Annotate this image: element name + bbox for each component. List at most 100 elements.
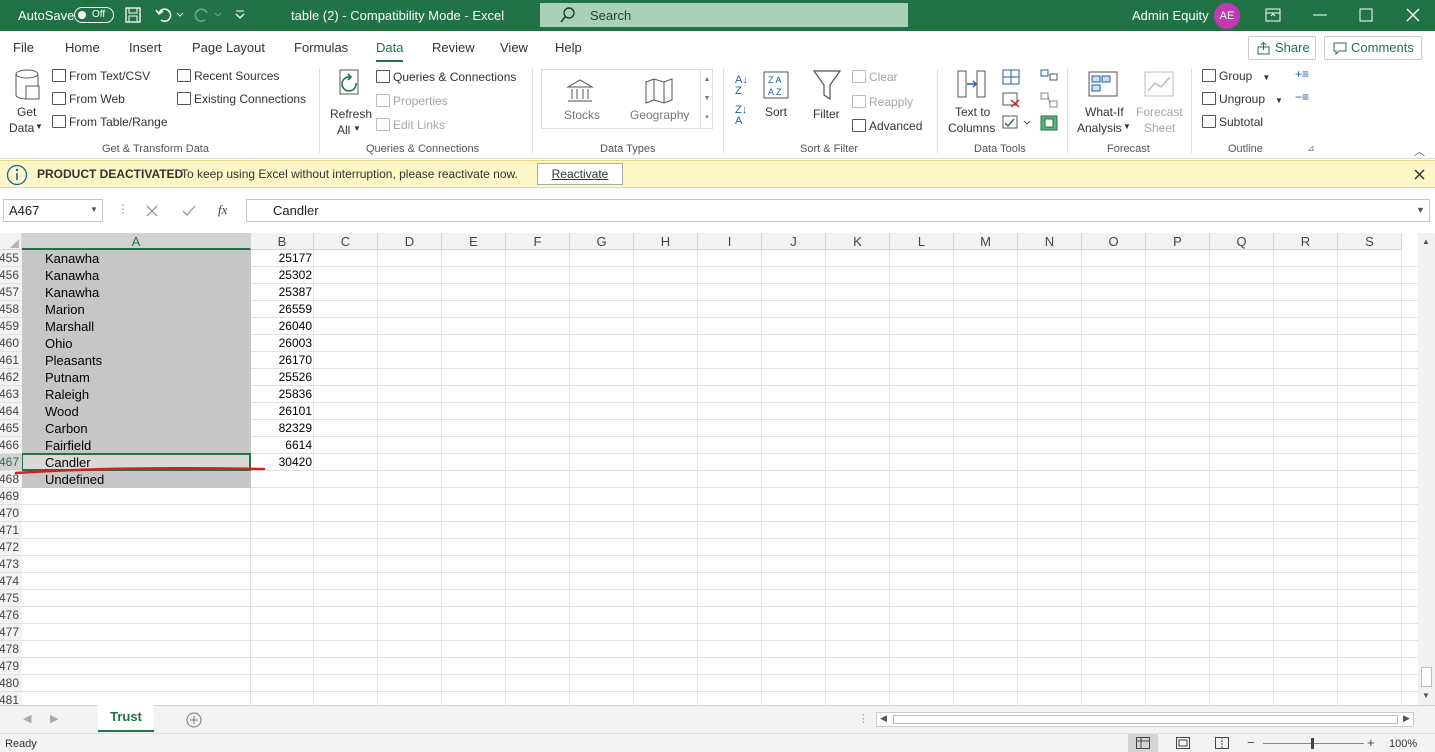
cell-b[interactable]: 26101 (252, 403, 312, 420)
column-header-c[interactable]: C (314, 233, 378, 250)
column-header-j[interactable]: J (762, 233, 826, 250)
cell-a[interactable]: Kanawha (45, 284, 99, 301)
existing-connections-button[interactable]: Existing Connections (177, 92, 306, 106)
select-all-corner[interactable] (0, 233, 22, 250)
show-detail-icon[interactable]: +≡ (1295, 67, 1309, 81)
row-header[interactable]: 474 (0, 573, 22, 590)
row-header[interactable]: 476 (0, 607, 22, 624)
geography-button[interactable]: Geography (622, 74, 696, 126)
row-header[interactable]: 480 (0, 675, 22, 692)
row-header[interactable]: 460 (0, 335, 22, 352)
avatar[interactable]: AE (1214, 3, 1240, 29)
add-sheet-icon[interactable] (186, 712, 202, 728)
row-header[interactable]: 479 (0, 658, 22, 675)
tab-home[interactable]: Home (65, 40, 100, 55)
advanced-filter-button[interactable]: Advanced (852, 119, 922, 133)
tab-file[interactable]: File (13, 40, 34, 55)
filter-button[interactable]: Filter (810, 67, 844, 127)
data-model-icon[interactable] (1040, 115, 1058, 131)
consolidate-icon[interactable] (1040, 69, 1058, 85)
scroll-left-icon[interactable]: ◀ (880, 713, 887, 724)
close-icon[interactable] (1414, 169, 1425, 180)
tab-formulas[interactable]: Formulas (294, 40, 348, 55)
sort-button[interactable]: Z A A Z Sort (760, 67, 794, 127)
dialog-launcher-icon[interactable]: ⊿ (1307, 143, 1315, 154)
cell-b[interactable]: 82329 (252, 420, 312, 437)
from-text-csv-button[interactable]: From Text/CSV (52, 69, 150, 83)
zoom-in-icon[interactable]: + (1367, 735, 1375, 750)
row-header[interactable]: 470 (0, 505, 22, 522)
row-header[interactable]: 469 (0, 488, 22, 505)
row-header[interactable]: 472 (0, 539, 22, 556)
row-header[interactable]: 473 (0, 556, 22, 573)
cell-a[interactable]: Kanawha (45, 250, 99, 267)
relationships-icon[interactable] (1040, 92, 1058, 108)
autosave-toggle[interactable]: Off (74, 7, 114, 23)
cell-a[interactable]: Fairfield (45, 437, 91, 454)
cell-a[interactable]: Wood (45, 403, 79, 420)
column-header-l[interactable]: L (890, 233, 954, 250)
page-break-view-icon[interactable] (1215, 737, 1229, 749)
save-icon[interactable] (125, 7, 141, 23)
text-to-columns-button[interactable]: Text to Columns (945, 67, 1001, 137)
cell-b[interactable]: 25836 (252, 386, 312, 403)
tab-data[interactable]: Data (376, 40, 404, 62)
column-header-m[interactable]: M (954, 233, 1018, 250)
gallery-scroll[interactable]: ▲ ▼ ▾ (700, 70, 713, 128)
hide-detail-icon[interactable]: −≡ (1295, 90, 1309, 104)
zoom-slider-thumb[interactable] (1311, 738, 1314, 749)
column-header-k[interactable]: K (826, 233, 890, 250)
tab-page-layout[interactable]: Page Layout (192, 40, 265, 55)
from-web-button[interactable]: From Web (52, 92, 125, 106)
column-header-i[interactable]: I (698, 233, 762, 250)
expand-formula-bar-icon[interactable]: ▼ (1416, 205, 1425, 215)
row-header[interactable]: 475 (0, 590, 22, 607)
spreadsheet-grid[interactable]: ABCDEFGHIJKLMNOPQRS 455 Kanawha 25177 456 Ka… (0, 233, 1418, 705)
ribbon-display-options-icon[interactable] (1265, 8, 1281, 22)
horizontal-scrollbar[interactable]: ◀ ▶ (876, 712, 1414, 727)
column-header-r[interactable]: R (1274, 233, 1338, 250)
normal-view-button[interactable] (1128, 734, 1158, 752)
insert-function-icon[interactable]: fx (218, 202, 227, 218)
recent-sources-button[interactable]: Recent Sources (177, 69, 279, 83)
sort-ascending-icon[interactable]: A↓ Z (735, 75, 748, 97)
cell-a[interactable]: Kanawha (45, 267, 99, 284)
cell-a[interactable]: Ohio (45, 335, 72, 352)
refresh-all-button[interactable]: Refresh All ▼ (328, 67, 372, 137)
group-button[interactable]: Group ▼ (1202, 69, 1270, 83)
tab-view[interactable]: View (500, 40, 528, 55)
share-button[interactable]: Share (1248, 36, 1316, 60)
what-if-analysis-button[interactable]: What-If Analysis ▼ (1075, 67, 1133, 137)
cell-b[interactable]: 25177 (252, 250, 312, 267)
tab-help[interactable]: Help (555, 40, 582, 55)
cell-b[interactable]: 26559 (252, 301, 312, 318)
comments-button[interactable]: Comments (1324, 36, 1422, 60)
cancel-entry-icon[interactable] (146, 205, 158, 217)
flash-fill-icon[interactable] (1002, 69, 1020, 85)
confirm-entry-icon[interactable] (182, 205, 196, 217)
scroll-thumb[interactable] (1421, 667, 1432, 687)
column-header-f[interactable]: F (506, 233, 570, 250)
next-sheet-icon[interactable]: ▶ (50, 712, 58, 725)
page-layout-view-icon[interactable] (1176, 737, 1190, 749)
row-header[interactable]: 456 (0, 267, 22, 284)
reactivate-button[interactable]: Reactivate (537, 163, 623, 185)
column-header-p[interactable]: P (1146, 233, 1210, 250)
vertical-scrollbar[interactable]: ▲ ▼ (1418, 233, 1435, 705)
cell-b[interactable]: 26170 (252, 352, 312, 369)
cell-a[interactable]: Raleigh (45, 386, 89, 403)
cell-b[interactable]: 25302 (252, 267, 312, 284)
row-header[interactable]: 457 (0, 284, 22, 301)
cell-b[interactable]: 26040 (252, 318, 312, 335)
stocks-button[interactable]: Stocks (550, 74, 612, 126)
column-header-s[interactable]: S (1338, 233, 1402, 250)
search-box[interactable]: Search (540, 3, 908, 27)
minimize-icon[interactable] (1313, 14, 1327, 16)
row-header[interactable]: 455 (0, 250, 22, 267)
data-validation-icon[interactable] (1002, 115, 1034, 131)
get-data-button[interactable]: Get Data ▼ (8, 67, 46, 137)
scroll-thumb[interactable] (893, 715, 1398, 724)
remove-duplicates-icon[interactable] (1002, 92, 1020, 108)
row-header[interactable]: 459 (0, 318, 22, 335)
row-header[interactable]: 466 (0, 437, 22, 454)
